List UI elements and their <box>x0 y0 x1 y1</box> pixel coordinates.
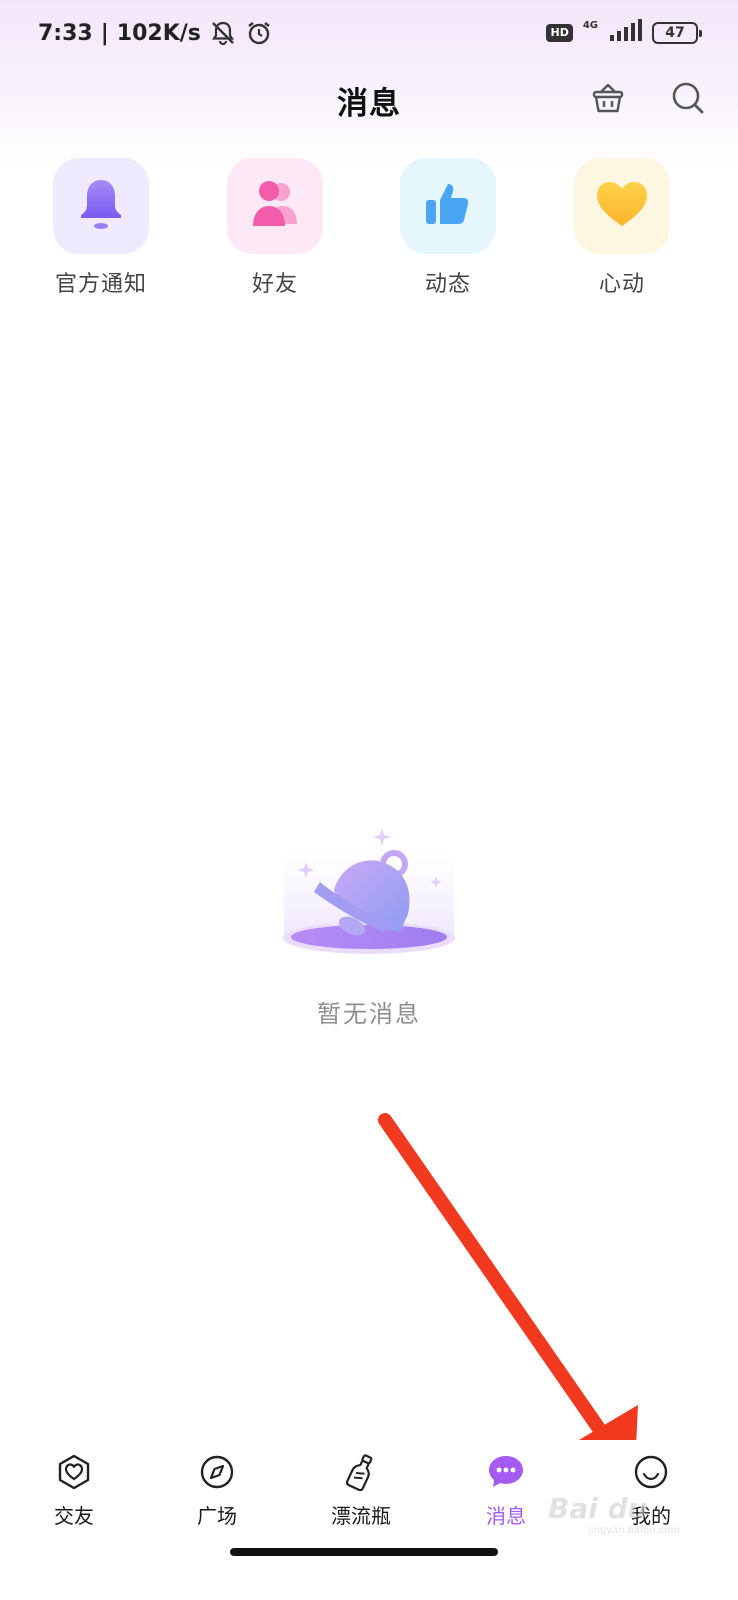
category-icon-box <box>574 158 670 254</box>
message-categories: 官方通知 好友 动态 心动 <box>0 158 738 308</box>
heart-shield-icon <box>54 1452 94 1492</box>
nav-item-make-friends[interactable]: 交友 <box>14 1452 134 1529</box>
hd-badge: HD <box>546 24 573 42</box>
status-network-speed: 102K/s <box>116 20 201 46</box>
thumbs-up-icon <box>420 176 476 236</box>
empty-state: 暂无消息 <box>269 820 469 1060</box>
category-icon-box <box>227 158 323 254</box>
battery-indicator: 47 <box>652 22 702 44</box>
basket-icon <box>589 79 627 121</box>
header: 消息 <box>0 70 738 130</box>
category-official-notice[interactable]: 官方通知 <box>31 158 171 298</box>
category-icon-box <box>400 158 496 254</box>
nav-item-plaza[interactable]: 广场 <box>157 1452 277 1529</box>
friends-icon <box>245 176 305 236</box>
nav-label: 漂流瓶 <box>331 1504 391 1528</box>
nav-label: 消息 <box>486 1504 526 1528</box>
empty-bell-illustration <box>274 820 464 964</box>
category-label: 官方通知 <box>54 272 147 297</box>
compass-icon <box>197 1452 237 1492</box>
battery-level: 47 <box>665 25 685 41</box>
status-bar: 7:33 | 102K/s HD 4G 47 <box>0 0 738 64</box>
home-indicator[interactable] <box>230 1548 498 1556</box>
search-button[interactable] <box>666 78 710 122</box>
signal-icon <box>608 19 642 47</box>
status-left: 7:33 | 102K/s <box>38 18 273 48</box>
status-separator: | <box>100 20 109 46</box>
category-friends[interactable]: 好友 <box>205 158 345 298</box>
category-label: 心动 <box>598 272 645 297</box>
watermark-main: Bai du <box>548 1492 648 1525</box>
search-icon <box>669 79 707 121</box>
status-right: HD 4G 47 <box>546 18 702 48</box>
heart-icon <box>593 178 651 234</box>
mute-bell-icon <box>209 19 237 47</box>
category-label: 动态 <box>424 272 471 297</box>
profile-icon <box>631 1452 671 1492</box>
category-icon-box <box>53 158 149 254</box>
status-time: 7:33 <box>38 20 93 46</box>
nav-label: 广场 <box>197 1504 237 1528</box>
alarm-clock-icon <box>245 19 273 47</box>
bottle-icon <box>341 1452 381 1492</box>
empty-state-text: 暂无消息 <box>317 1000 421 1028</box>
shop-basket-button[interactable] <box>586 78 630 122</box>
network-type: 4G <box>582 19 598 31</box>
nav-label: 交友 <box>54 1504 94 1528</box>
bell-icon <box>73 174 129 238</box>
category-moments[interactable]: 动态 <box>378 158 518 298</box>
watermark: Bai du jingyan.baidu.com <box>548 1492 698 1542</box>
category-crush[interactable]: 心动 <box>552 158 692 298</box>
category-label: 好友 <box>251 272 298 297</box>
watermark-sub: jingyan.baidu.com <box>588 1525 681 1536</box>
nav-item-drift-bottle[interactable]: 漂流瓶 <box>301 1452 421 1529</box>
chat-bubble-icon <box>486 1452 526 1492</box>
